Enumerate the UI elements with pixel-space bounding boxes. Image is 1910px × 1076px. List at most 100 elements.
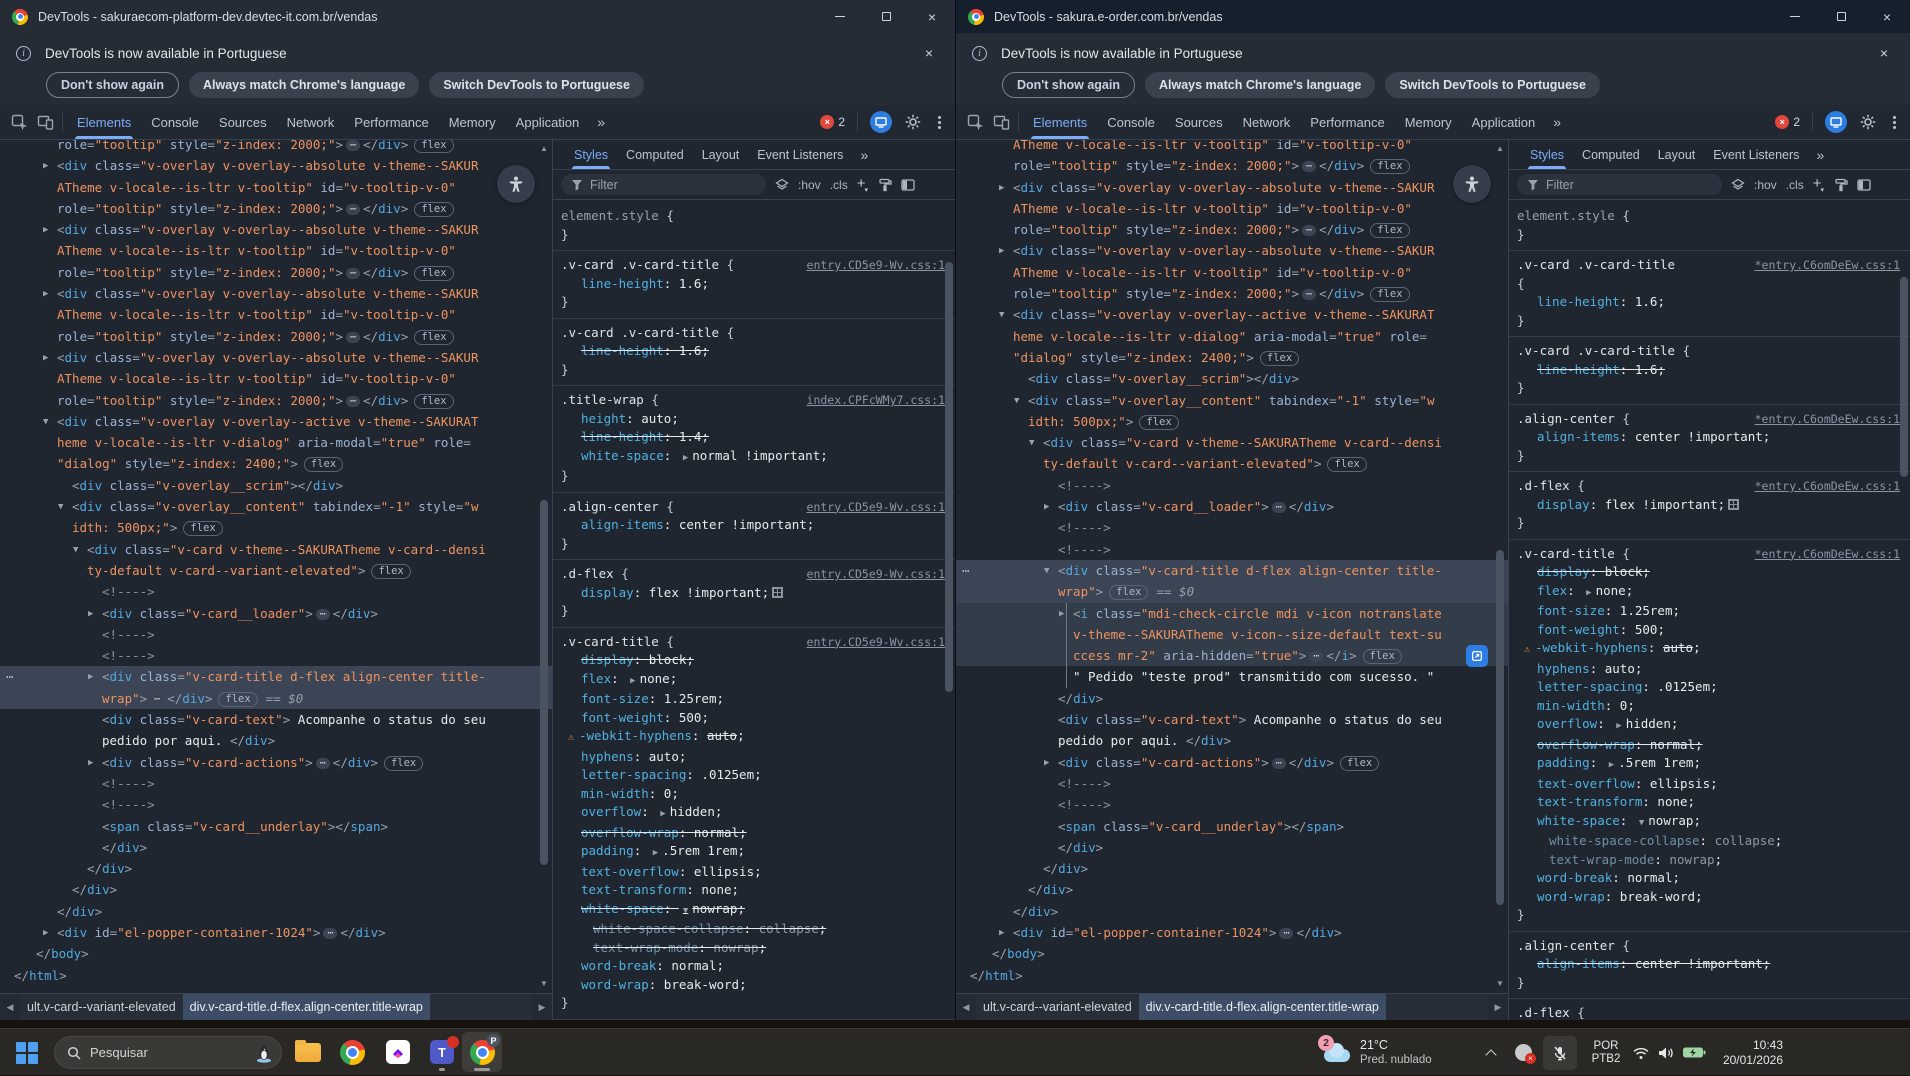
dom-tree-node[interactable]: </div> xyxy=(956,901,1508,922)
dom-tree-node[interactable]: role="tooltip" style="z-index: 2000;">⋯<… xyxy=(0,326,552,347)
dom-tree-node[interactable]: role="tooltip" style="z-index: 2000;">⋯<… xyxy=(0,198,552,219)
flex-badge[interactable]: flex xyxy=(414,140,453,153)
css-property[interactable]: display: flex !important; xyxy=(561,584,945,603)
expand-arrow-icon[interactable]: ▶ xyxy=(43,156,48,177)
css-property[interactable]: ⚠-webkit-hyphens: auto; xyxy=(1517,639,1900,660)
flex-editor-icon[interactable] xyxy=(772,587,783,598)
expand-arrow-icon[interactable]: ▶ xyxy=(88,753,93,774)
flex-badge[interactable]: flex xyxy=(1260,351,1299,366)
dom-tree-node[interactable]: </body> xyxy=(956,943,1508,964)
maximize-button[interactable] xyxy=(863,0,909,33)
dom-tree-node[interactable]: ▼<div class="v-card v-theme--SAKURATheme… xyxy=(956,432,1508,453)
css-rule[interactable]: entry.CD5e9-Wv.css:1.v-card .v-card-titl… xyxy=(553,251,955,319)
css-rule[interactable]: *entry.C6omDeEw.css:1.align-center {alig… xyxy=(1509,405,1910,473)
accessibility-tree-button[interactable] xyxy=(497,165,535,203)
css-rule[interactable]: .v-card .v-card-title {line-height: 1.6;… xyxy=(1509,337,1910,405)
expand-arrow-icon[interactable]: ▼ xyxy=(1029,433,1034,454)
css-property[interactable]: text-overflow: ellipsis; xyxy=(561,863,945,882)
infobar-button[interactable]: Don't show again xyxy=(46,72,179,98)
css-property[interactable]: overflow-wrap: normal; xyxy=(1517,736,1900,755)
scroll-down-icon[interactable]: ▼ xyxy=(1493,977,1507,991)
tab-memory[interactable]: Memory xyxy=(439,105,506,139)
dom-tree-node[interactable]: " Pedido "teste prod" transmitido com su… xyxy=(956,666,1508,687)
new-style-rule-button[interactable]: +▾ xyxy=(857,175,869,192)
expand-arrow-icon[interactable]: ▶ xyxy=(1044,753,1049,774)
dom-tree-node[interactable]: <!----> xyxy=(0,581,552,602)
expand-inline-button[interactable]: ⋯ xyxy=(346,332,360,343)
css-rule[interactable]: .align-center {align-items: center !impo… xyxy=(1509,932,1910,1000)
css-property[interactable]: text-overflow: ellipsis; xyxy=(1517,775,1900,794)
volume-tray-icon[interactable] xyxy=(1658,1029,1675,1076)
sidebar-tab-computed[interactable]: Computed xyxy=(1573,140,1649,169)
styles-scrollbar[interactable] xyxy=(1897,202,1909,1020)
expand-inline-button[interactable]: ⋯ xyxy=(323,928,337,939)
wifi-tray-icon[interactable] xyxy=(1632,1029,1650,1076)
dom-tree-node[interactable]: <!----> xyxy=(0,794,552,815)
css-property[interactable]: font-size: 1.25rem; xyxy=(1517,602,1900,621)
menu-dots-icon[interactable] xyxy=(934,116,945,129)
dom-tree-node[interactable]: ATheme v-locale--is-ltr v-tooltip" id="v… xyxy=(956,140,1508,155)
scrollbar-thumb[interactable] xyxy=(1900,277,1908,477)
css-property[interactable]: min-width: 0; xyxy=(561,785,945,804)
shorthand-arrow-icon[interactable]: ▼ xyxy=(683,906,688,916)
flex-badge[interactable]: flex xyxy=(1340,756,1379,771)
css-property[interactable]: font-weight: 500; xyxy=(561,709,945,728)
shorthand-arrow-icon[interactable]: ▶ xyxy=(1616,721,1621,731)
dom-tree-node[interactable]: role="tooltip" style="z-index: 2000;">⋯<… xyxy=(0,390,552,411)
infobar-button[interactable]: Always match Chrome's language xyxy=(189,72,419,98)
expand-arrow-icon[interactable]: ▶ xyxy=(1044,497,1049,518)
dom-tree-node[interactable]: <!----> xyxy=(956,773,1508,794)
dom-tree-node[interactable]: pedido por aqui. </div> xyxy=(0,730,552,751)
error-badge[interactable]: ×2 xyxy=(1775,115,1800,129)
dom-tree-node[interactable]: idth: 500px;">flex xyxy=(0,517,552,538)
shorthand-arrow-icon[interactable]: ▶ xyxy=(1586,588,1591,598)
sidebar-tab-computed[interactable]: Computed xyxy=(617,140,693,169)
reveal-element-button[interactable] xyxy=(1466,645,1488,667)
devtools-cast-button[interactable] xyxy=(870,111,892,133)
expand-arrow-icon[interactable]: ▼ xyxy=(43,412,48,433)
breadcrumb-item[interactable]: div.v-card-title.d-flex.align-center.tit… xyxy=(1139,994,1386,1020)
dom-tree-node[interactable]: ▼<div class="v-overlay__content" tabinde… xyxy=(0,496,552,517)
dom-tree-node[interactable]: ▶<div id="el-popper-container-1024">⋯</d… xyxy=(956,922,1508,943)
dom-tree-node[interactable]: <!----> xyxy=(956,517,1508,538)
dom-tree-node[interactable]: <!----> xyxy=(956,794,1508,815)
dom-tree-node[interactable]: wrap">flex== $0 xyxy=(956,581,1508,602)
flex-badge[interactable]: flex xyxy=(414,202,453,217)
css-property[interactable]: line-height: 1.6; xyxy=(1517,293,1900,312)
devtools-cast-button[interactable] xyxy=(1825,111,1847,133)
tab-console[interactable]: Console xyxy=(141,105,209,139)
sidebar-tab-event-listeners[interactable]: Event Listeners xyxy=(748,140,852,169)
infobar-button[interactable]: Switch DevTools to Portuguese xyxy=(1385,72,1600,98)
new-style-rule-button[interactable]: +▾ xyxy=(1813,175,1825,192)
dom-tree-node[interactable]: v-theme--SAKURATheme v-icon--size-defaul… xyxy=(956,624,1508,645)
sidebar-more-tabs-button[interactable]: » xyxy=(852,147,876,163)
styles-filter-input[interactable]: Filter xyxy=(561,174,766,195)
flex-badge[interactable]: flex xyxy=(371,564,410,579)
dom-tree-node[interactable]: ▶<div class="v-overlay v-overlay--absolu… xyxy=(0,219,552,240)
expand-inline-button[interactable]: ⋯ xyxy=(316,609,330,620)
css-property[interactable]: white-space: ▼nowrap; xyxy=(561,900,945,921)
inspect-element-icon[interactable] xyxy=(962,109,988,135)
tree-scrollbar[interactable]: ▲▼ xyxy=(537,140,551,993)
sidebar-tab-styles[interactable]: Styles xyxy=(1521,140,1573,169)
dom-tree-node[interactable]: <span class="v-card__underlay"></span> xyxy=(956,816,1508,837)
flex-badge[interactable]: flex xyxy=(1363,649,1402,664)
dom-tree-node[interactable]: <!----> xyxy=(0,645,552,666)
expand-inline-button[interactable]: ⋯ xyxy=(346,268,360,279)
expand-arrow-icon[interactable]: ▶ xyxy=(43,220,48,241)
expand-arrow-icon[interactable]: ▶ xyxy=(1059,604,1064,625)
device-toolbar-icon[interactable] xyxy=(988,109,1014,135)
toggle-cls[interactable]: .cls xyxy=(1786,178,1804,192)
scrollbar-thumb[interactable] xyxy=(945,262,953,692)
dom-tree-node[interactable]: <span class="v-card__underlay"></span> xyxy=(0,816,552,837)
menu-dots-icon[interactable] xyxy=(1889,116,1900,129)
dom-tree-node[interactable]: ▶<div class="v-overlay v-overlay--absolu… xyxy=(0,347,552,368)
expand-inline-button[interactable]: ⋯ xyxy=(346,140,360,151)
dom-tree-node[interactable]: ty-default v-card--variant-elevated">fle… xyxy=(956,453,1508,474)
infobar-button[interactable]: Always match Chrome's language xyxy=(1145,72,1375,98)
dom-tree-node[interactable]: ▼<div class="v-overlay v-overlay--active… xyxy=(0,411,552,432)
start-button[interactable] xyxy=(16,1029,38,1076)
css-property[interactable]: word-wrap: break-word; xyxy=(561,976,945,995)
css-property[interactable]: line-height: 1.6; xyxy=(1517,361,1900,380)
flex-badge[interactable]: flex xyxy=(414,394,453,409)
